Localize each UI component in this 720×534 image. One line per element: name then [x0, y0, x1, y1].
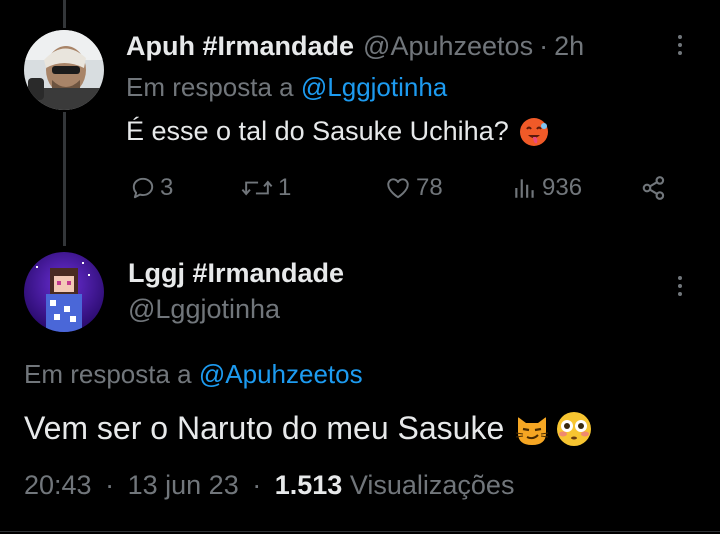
- author-handle[interactable]: @Apuhzeetos: [363, 31, 533, 62]
- heart-icon: [387, 178, 409, 199]
- like-count: 78: [416, 174, 443, 201]
- avatar-lggjotinha[interactable]: [24, 252, 104, 332]
- mention-link[interactable]: @Apuhzeetos: [199, 359, 363, 389]
- hot-face-emoji: [519, 117, 548, 146]
- thread-line-top: [63, 0, 66, 28]
- separator-dot: ·: [105, 470, 115, 500]
- reply-icon: [132, 177, 154, 199]
- tweet-time[interactable]: 2h: [554, 31, 584, 62]
- avatar-drawing: [24, 252, 104, 332]
- separator-dot: ·: [252, 470, 262, 500]
- replying-prefix: Em resposta a: [126, 72, 294, 102]
- like-button[interactable]: 78: [384, 174, 443, 202]
- reply-count: 3: [160, 174, 174, 201]
- tweet-text-content: É esse o tal do Sasuke Uchiha?: [126, 116, 509, 146]
- divider: [0, 531, 720, 532]
- retweet-count: 1: [278, 174, 292, 201]
- tweet-thread: Apuh #Irmandade @Apuhzeetos · 2h Em resp…: [0, 0, 720, 534]
- tweet-date[interactable]: 13 jun 23: [128, 470, 239, 500]
- views-count: 936: [542, 174, 583, 201]
- smirking-cat-emoji: [516, 416, 549, 445]
- reply-tweet-header: Apuh #Irmandade @Apuhzeetos · 2h: [126, 28, 584, 64]
- thread-line-connector: [63, 112, 66, 246]
- tweet-text-content: Vem ser o Naruto do meu Sasuke: [24, 410, 505, 446]
- views-label[interactable]: Visualizações: [350, 470, 515, 500]
- tweet-metadata: 20:43 · 13 jun 23 · 1.513 Visualizações: [24, 470, 514, 501]
- tweet-text: Vem ser o Naruto do meu Sasuke: [24, 410, 592, 447]
- views-icon: [515, 179, 534, 198]
- views-button[interactable]: 936: [512, 174, 582, 202]
- avatar-photo: [24, 30, 104, 110]
- reply-button[interactable]: 3: [130, 174, 173, 202]
- retweet-button[interactable]: 1: [240, 174, 291, 202]
- author-name[interactable]: Lggj #Irmandade: [128, 258, 344, 289]
- flushed-face-emoji: [557, 411, 592, 446]
- replying-prefix: Em resposta a: [24, 359, 192, 389]
- share-icon: [642, 176, 665, 200]
- retweet-icon: [241, 180, 273, 196]
- more-options-icon[interactable]: [668, 30, 692, 60]
- share-button[interactable]: [640, 174, 668, 202]
- replying-to: Em resposta a @Lggjotinha: [126, 72, 447, 103]
- author-handle[interactable]: @Lggjotinha: [128, 294, 280, 325]
- tweet-time[interactable]: 20:43: [24, 470, 92, 500]
- tweet-text: É esse o tal do Sasuke Uchiha?: [126, 116, 549, 147]
- separator-dot: ·: [539, 30, 549, 61]
- mention-link[interactable]: @Lggjotinha: [301, 72, 447, 102]
- replying-to: Em resposta a @Apuhzeetos: [24, 359, 363, 390]
- tweet-action-bar: 3 1 78 936: [126, 170, 686, 210]
- avatar-apuhzeetos[interactable]: [24, 30, 104, 110]
- views-count[interactable]: 1.513: [275, 470, 343, 500]
- more-options-icon[interactable]: [668, 271, 692, 301]
- author-name[interactable]: Apuh #Irmandade: [126, 31, 354, 62]
